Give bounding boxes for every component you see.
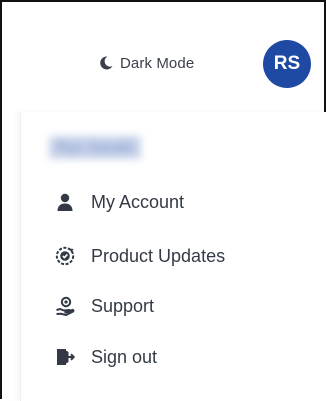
menu-item-label: Product Updates [91,245,226,266]
moon-icon [98,55,114,71]
menu-item-my-account[interactable]: My Account [55,188,184,216]
window-frame: Dark Mode RS Ryu Sasaki My Account Produ… [0,0,326,401]
menu-item-label: My Account [91,191,185,212]
user-icon [55,192,75,212]
menu-item-label: Support [91,295,155,316]
user-name: Ryu Sasaki [49,136,141,159]
sign-out-icon [55,347,76,367]
menu-item-product-updates[interactable]: Product Updates [55,242,225,270]
avatar-initials: RS [273,53,301,74]
top-bar: Dark Mode RS [4,4,324,112]
dark-mode-label: Dark Mode [120,54,195,72]
account-dropdown-menu: Ryu Sasaki My Account Product Updates Su… [20,112,326,401]
user-avatar[interactable]: RS [263,40,311,88]
menu-item-support[interactable]: Support [55,292,154,320]
product-updates-icon [55,246,75,266]
support-icon [55,296,75,317]
dark-mode-toggle[interactable]: Dark Mode [98,50,194,76]
menu-item-label: Sign out [91,346,158,367]
menu-item-sign-out[interactable]: Sign out [55,343,157,371]
